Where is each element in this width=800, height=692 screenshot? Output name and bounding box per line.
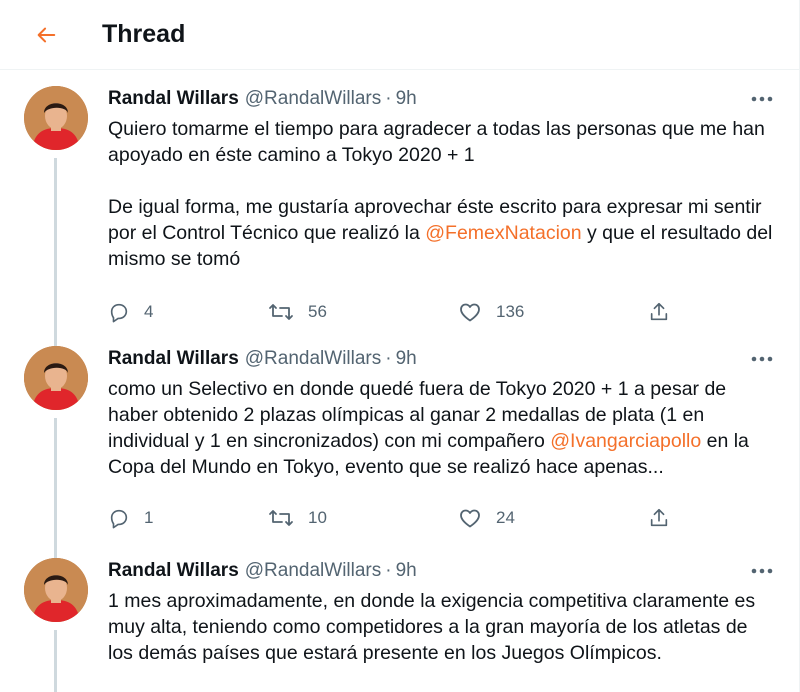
like-button[interactable]: 24 [458,507,648,529]
thread-header: Thread [0,0,799,70]
thread-connector [54,630,57,692]
reply-button[interactable]: 4 [108,301,268,323]
more-button[interactable] [747,346,777,372]
author-name[interactable]: Randal Willars [108,348,239,370]
reply-button[interactable]: 1 [108,507,268,529]
more-button[interactable] [747,86,777,112]
tweet-text: Quiero tomarme el tiempo para agradecer … [108,118,778,270]
more-button[interactable] [747,558,777,584]
author-handle[interactable]: @RandalWillars [245,560,382,582]
like-count: 24 [496,508,515,527]
reply-count: 4 [144,302,154,321]
share-icon [650,508,668,527]
thread-connector [54,158,57,352]
thread-connector [54,418,57,562]
heart-icon [460,303,480,322]
tweet-text: como un Selectivo en donde quedé fuera d… [108,378,755,478]
more-dots-icon [751,356,773,362]
share-icon [650,302,668,321]
tweet-text: 1 mes aproximadamente, en donde la exige… [108,590,761,664]
avatar[interactable] [24,346,88,410]
mention-link[interactable]: @FemexNatacion [425,222,581,244]
tweet-actions: 4 56 136 [108,296,777,328]
back-button[interactable] [22,11,70,59]
tweet[interactable]: Randal Willars @RandalWillars · 9h como … [0,334,799,562]
mention-link[interactable]: @Ivangarciapollo [550,430,701,452]
tweet[interactable]: Randal Willars @RandalWillars · 9h 1 mes… [0,544,799,692]
retweet-button[interactable]: 10 [268,507,458,529]
tweet-actions: 1 10 24 [108,502,777,534]
tweet[interactable]: Randal Willars @RandalWillars · 9h Quier… [0,70,799,352]
thread-view: Thread Randal Willars @RandalWillars · 9… [0,0,800,692]
author-name[interactable]: Randal Willars [108,560,239,582]
more-dots-icon [751,568,773,574]
like-count: 136 [496,302,525,321]
share-button[interactable] [648,507,670,529]
reply-count: 1 [144,508,154,527]
tweet-time[interactable]: 9h [396,348,417,370]
avatar[interactable] [24,558,88,622]
author-handle[interactable]: @RandalWillars [245,348,382,370]
heart-icon [460,509,480,528]
author-name[interactable]: Randal Willars [108,88,239,110]
avatar[interactable] [24,86,88,150]
separator-dot: · [385,560,392,581]
reply-bubble-icon [110,509,128,529]
share-button[interactable] [648,301,670,323]
retweet-icon [269,304,293,320]
reply-bubble-icon [110,303,128,323]
retweet-count: 10 [308,508,327,527]
back-arrow-icon [37,27,56,42]
retweet-icon [269,510,293,526]
separator-dot: · [385,348,392,369]
like-button[interactable]: 136 [458,301,648,323]
tweet-time[interactable]: 9h [396,88,417,110]
page-title: Thread [102,20,186,48]
tweet-time[interactable]: 9h [396,560,417,582]
retweet-button[interactable]: 56 [268,301,458,323]
separator-dot: · [385,88,392,109]
more-dots-icon [751,96,773,102]
retweet-count: 56 [308,302,327,321]
author-handle[interactable]: @RandalWillars [245,88,382,110]
